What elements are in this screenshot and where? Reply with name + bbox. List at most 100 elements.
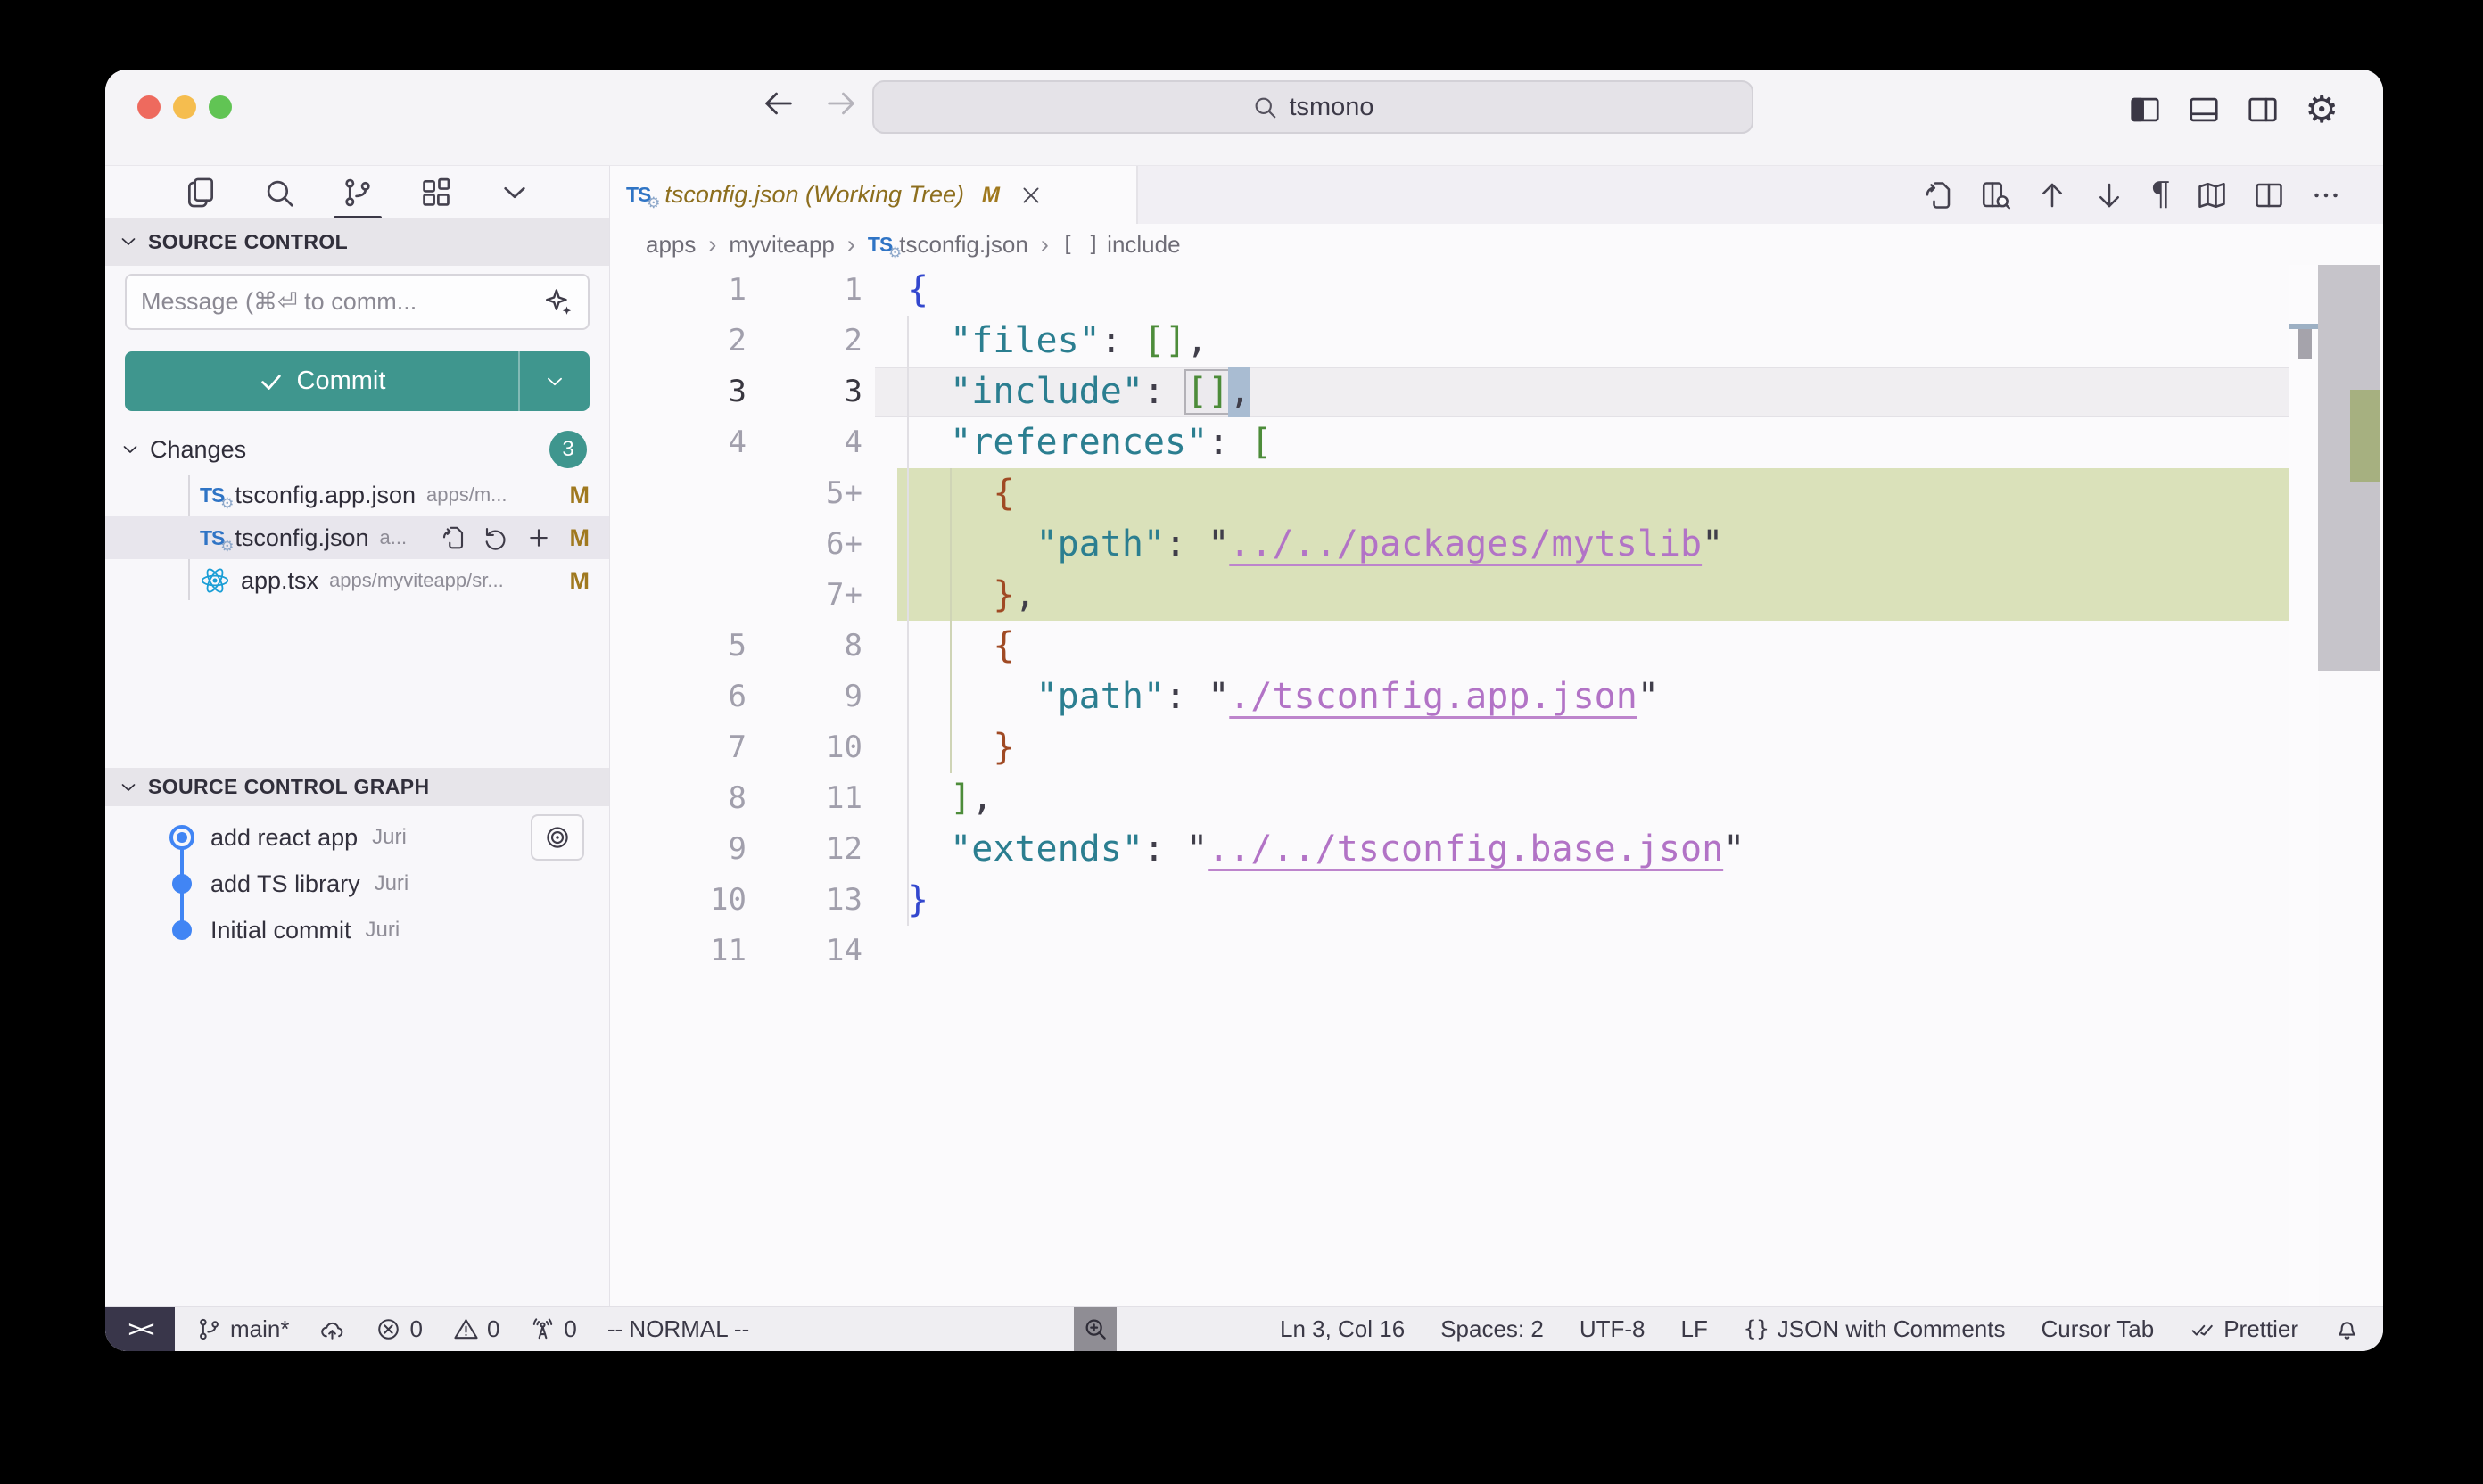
zoom-indicator[interactable] — [1074, 1307, 1117, 1351]
gear-icon[interactable]: ⚙ — [2305, 93, 2339, 127]
status-item-cursor-tab[interactable]: Cursor Tab — [2042, 1315, 2155, 1343]
command-center-search[interactable]: tsmono — [872, 80, 1753, 134]
sparkle-icon[interactable] — [543, 287, 573, 317]
status-item-encoding[interactable]: UTF-8 — [1580, 1315, 1646, 1343]
editor-group: TS⚙ tsconfig.json (Working Tree) M ¶ app… — [610, 166, 2383, 1306]
diff-editor-viewport[interactable]: 11{22 "files": [],33 "include": [],44 "r… — [610, 265, 2383, 1306]
status-item-notifications[interactable] — [2334, 1316, 2360, 1342]
activity-item-explorer[interactable] — [175, 168, 227, 218]
code-line[interactable]: 58 { — [610, 621, 2383, 672]
code-line[interactable]: 5+ { — [610, 468, 2383, 519]
changed-files-list: TS⚙tsconfig.app.jsonapps/m...MTS⚙tsconfi… — [105, 474, 609, 602]
extensions-icon — [419, 176, 453, 210]
status-item-sync[interactable] — [319, 1316, 345, 1342]
error-icon — [375, 1316, 401, 1342]
status-item-vim-mode[interactable]: -- NORMAL -- — [607, 1315, 749, 1343]
zoom-window-button[interactable] — [209, 95, 232, 119]
commit-row[interactable]: add TS libraryJuri — [105, 861, 609, 907]
code-line[interactable]: 69 "path": "./tsconfig.app.json" — [610, 672, 2383, 722]
pilcrow-icon[interactable]: ¶ — [2150, 179, 2171, 211]
breadcrumb-item-tsconfig.json[interactable]: TS⚙tsconfig.json — [868, 231, 1028, 259]
diff-find-icon[interactable] — [1979, 179, 2011, 211]
code-line[interactable]: 44 "references": [ — [610, 417, 2383, 468]
status-item-cursor-position[interactable]: Ln 3, Col 16 — [1280, 1315, 1405, 1343]
changed-file-row-tsconfig.app.json[interactable]: TS⚙tsconfig.app.jsonapps/m...M — [105, 474, 609, 516]
activity-item-source-control[interactable] — [332, 168, 384, 218]
changed-file-row-app.tsx[interactable]: app.tsxapps/myviteapp/sr...M — [105, 559, 609, 602]
breadcrumb-item-apps[interactable]: apps — [646, 231, 696, 259]
file-status-modified: M — [570, 524, 590, 552]
broadcast-icon — [530, 1316, 556, 1342]
toggle-panel-bottom-icon[interactable] — [2187, 93, 2221, 127]
code-line[interactable]: 912 "extends": "../../tsconfig.base.json… — [610, 824, 2383, 875]
status-item-eol[interactable]: LF — [1681, 1315, 1708, 1343]
changed-file-row-tsconfig.json[interactable]: TS⚙tsconfig.jsona...M — [105, 516, 609, 559]
code-line[interactable]: 811 ], — [610, 773, 2383, 824]
search-icon — [1251, 94, 1278, 120]
open-file-icon[interactable] — [440, 524, 466, 551]
activity-item-more-views[interactable] — [489, 168, 540, 218]
source-control-graph-header[interactable]: SOURCE CONTROL GRAPH — [105, 768, 609, 806]
status-item-language-mode[interactable]: {}JSON with Comments — [1744, 1315, 2006, 1343]
old-line-number: 2 — [628, 316, 747, 367]
status-item-formatter[interactable]: Prettier — [2190, 1315, 2298, 1343]
commit-dropdown-button[interactable] — [518, 351, 590, 411]
source-control-header[interactable]: SOURCE CONTROL — [105, 218, 609, 266]
remote-indicator[interactable]: >< — [105, 1307, 175, 1351]
editor-scrollbar[interactable] — [2318, 265, 2380, 671]
code-text: { — [907, 265, 928, 316]
arrow-down-icon[interactable] — [2093, 179, 2125, 211]
status-item-errors[interactable]: 0 — [375, 1315, 422, 1343]
code-line[interactable]: 6+ "path": "../../packages/mytslib" — [610, 519, 2383, 570]
status-item-ports[interactable]: 0 — [530, 1315, 576, 1343]
code-line[interactable]: 1013} — [610, 875, 2383, 926]
code-line[interactable]: 11{ — [610, 265, 2383, 316]
forward-arrow-icon[interactable] — [823, 86, 859, 121]
react-icon — [200, 565, 230, 596]
layout-controls: ⚙ — [2128, 93, 2339, 127]
goto-current-commit-button[interactable] — [531, 814, 584, 861]
old-line-number: 3 — [628, 367, 747, 417]
toggle-panel-left-icon[interactable] — [2128, 93, 2162, 127]
commit-row[interactable]: Initial commitJuri — [105, 907, 609, 953]
typescript-config-icon: TS⚙ — [626, 183, 650, 207]
breadcrumb-item-myviteapp[interactable]: myviteapp — [729, 231, 835, 259]
tab-tsconfig-json-working-tree[interactable]: TS⚙ tsconfig.json (Working Tree) M — [610, 166, 1138, 224]
code-line[interactable]: 1114 — [610, 926, 2383, 977]
open-file-icon[interactable] — [1922, 179, 1954, 211]
status-item-label: Ln 3, Col 16 — [1280, 1315, 1405, 1343]
ellipsis-icon[interactable] — [2310, 179, 2342, 211]
stage-icon[interactable] — [525, 524, 552, 551]
status-item-branch[interactable]: main* — [196, 1315, 289, 1343]
activity-item-search[interactable] — [253, 168, 305, 218]
status-item-indentation[interactable]: Spaces: 2 — [1440, 1315, 1544, 1343]
code-line[interactable]: 33 "include": [], — [610, 367, 2383, 417]
activity-item-extensions[interactable] — [410, 168, 462, 218]
typescript-config-icon: TS⚙ — [200, 526, 224, 550]
close-icon[interactable] — [1019, 184, 1043, 207]
file-status-modified: M — [570, 482, 590, 509]
minimap[interactable] — [2289, 265, 2319, 1306]
back-arrow-icon[interactable] — [761, 86, 796, 121]
code-line[interactable]: 710 } — [610, 722, 2383, 773]
changes-section-header[interactable]: Changes 3 — [105, 429, 609, 470]
minimize-window-button[interactable] — [173, 95, 196, 119]
split-icon[interactable] — [2253, 179, 2285, 211]
chevron-down-icon — [120, 439, 141, 460]
code-line[interactable]: 22 "files": [], — [610, 316, 2383, 367]
close-window-button[interactable] — [137, 95, 161, 119]
toggle-panel-right-icon[interactable] — [2246, 93, 2280, 127]
breadcrumb-item-include[interactable]: [ ]include — [1061, 231, 1181, 259]
arrow-up-icon[interactable] — [2036, 179, 2068, 211]
commit-button-main[interactable]: Commit — [125, 351, 518, 411]
discard-icon[interactable] — [483, 524, 509, 551]
new-line-number: 6+ — [744, 519, 862, 570]
new-line-number: 5+ — [744, 468, 862, 519]
commit-message-input[interactable]: Message (⌘⏎ to comm... — [125, 274, 590, 330]
map-icon[interactable] — [2196, 179, 2228, 211]
status-item-warnings[interactable]: 0 — [453, 1315, 499, 1343]
status-bar-left: main* 0 0 0 -- NORMAL -- — [175, 1315, 749, 1343]
code-line[interactable]: 7+ }, — [610, 570, 2383, 621]
commit-button[interactable]: Commit — [125, 351, 590, 411]
source-control-icon — [341, 176, 375, 210]
